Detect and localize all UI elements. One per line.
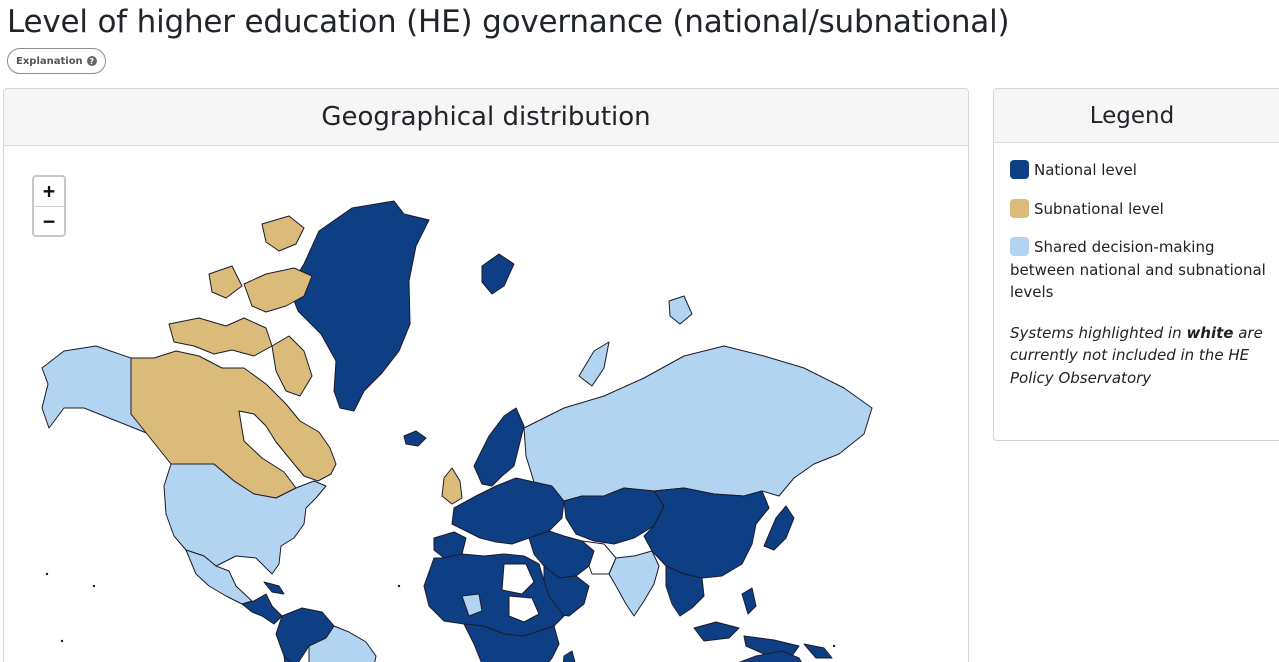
world-map[interactable] [4, 146, 969, 662]
zoom-control: + − [32, 175, 66, 237]
legend-item-subnational: Subnational level [1010, 198, 1272, 221]
swatch-shared [1010, 237, 1029, 256]
legend-item-national: National level [1010, 159, 1272, 182]
region-china-mongolia[interactable] [643, 487, 770, 579]
region-islands-dot-3 [60, 639, 64, 643]
region-uk[interactable] [441, 467, 463, 505]
region-indonesia-1[interactable] [693, 621, 740, 642]
region-nz-islands[interactable] [668, 295, 693, 325]
legend-title: Legend [994, 89, 1279, 143]
legend-label-subnational: Subnational level [1034, 199, 1164, 218]
region-india[interactable] [608, 550, 660, 617]
region-scandinavia[interactable] [473, 407, 525, 487]
legend-label-shared: Shared decision-making between national … [1010, 238, 1266, 301]
zoom-in-button[interactable]: + [34, 177, 64, 206]
legend-note-prefix: Systems highlighted in [1010, 323, 1187, 342]
region-canada-arctic-1[interactable] [168, 317, 273, 357]
region-madagascar[interactable] [562, 650, 576, 662]
region-caribbean[interactable] [263, 581, 285, 595]
page-title: Level of higher education (HE) governanc… [7, 4, 1010, 40]
region-svalbard[interactable] [481, 253, 515, 295]
map-card: Geographical distribution + − [3, 88, 969, 662]
legend-card: Legend National level Subnational level … [993, 88, 1279, 441]
legend-label-national: National level [1034, 161, 1137, 179]
map-card-title: Geographical distribution [4, 89, 968, 146]
region-north-africa[interactable] [423, 553, 565, 637]
region-new-guinea[interactable] [803, 643, 833, 659]
region-islands-dot-1 [45, 572, 49, 576]
region-philippines[interactable] [741, 587, 757, 615]
swatch-subnational [1010, 198, 1029, 218]
region-baffin[interactable] [271, 335, 313, 397]
region-islands-dot-4 [832, 644, 836, 648]
swatch-national [1010, 160, 1029, 179]
map-canvas[interactable]: + − [4, 146, 968, 662]
legend-item-shared: Shared decision-making between national … [1010, 236, 1272, 304]
region-islands-dot-2 [92, 584, 96, 588]
legend-note-emph: white [1186, 323, 1234, 342]
explanation-button[interactable]: Explanation ? [7, 48, 106, 74]
zoom-out-button[interactable]: − [34, 206, 64, 235]
region-russia[interactable] [523, 345, 873, 502]
region-canada-arctic-4[interactable] [208, 265, 243, 299]
region-iceland[interactable] [403, 430, 427, 447]
region-canada-arctic-3[interactable] [261, 215, 305, 252]
question-circle-icon: ? [86, 56, 97, 66]
region-japan[interactable] [763, 505, 795, 551]
region-islands-dot-7 [44, 399, 48, 403]
region-islands-dot-6 [397, 584, 401, 588]
region-russia-islands[interactable] [578, 341, 610, 387]
explanation-label: Explanation [16, 55, 83, 67]
legend-list: National level Subnational level Shared … [994, 143, 1279, 304]
legend-note: Systems highlighted in white are current… [994, 320, 1276, 390]
